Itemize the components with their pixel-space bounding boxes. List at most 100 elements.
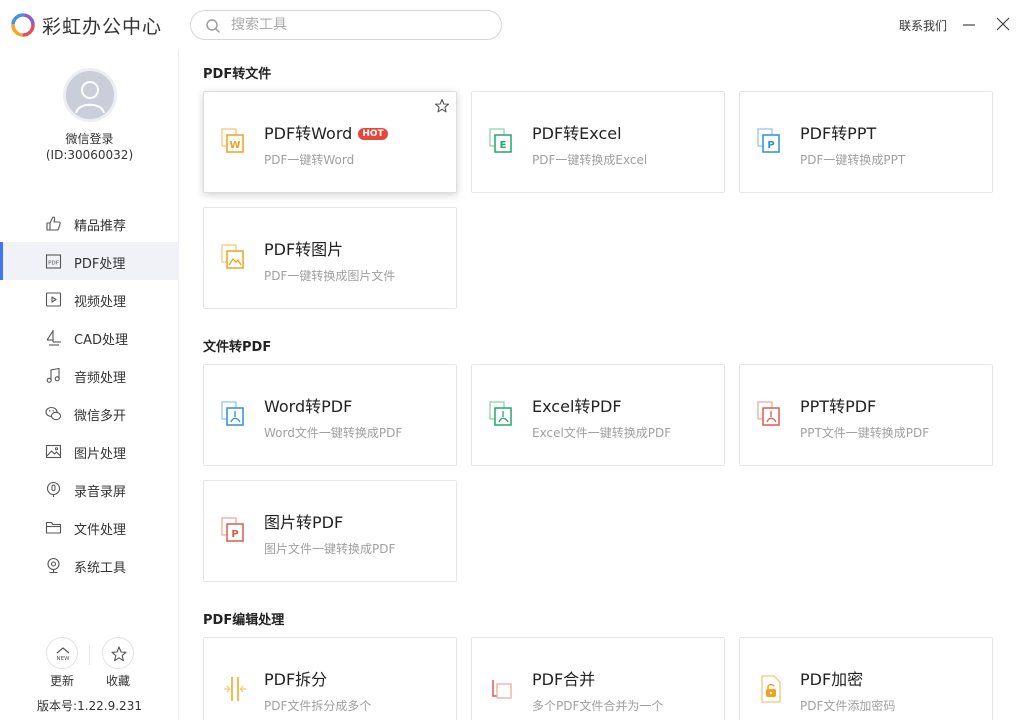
tool-card-word-to-pdf[interactable]: Word转PDF Word文件一键转换成PDF <box>203 364 457 466</box>
image-doc-icon <box>221 244 244 269</box>
record-icon <box>46 481 61 497</box>
card-desc: PDF一键转换成Excel <box>532 153 648 167</box>
hot-badge: HOT <box>358 128 388 140</box>
star-icon[interactable] <box>434 98 450 114</box>
section-title: PDF转文件 <box>203 67 272 82</box>
sidebar-item-cad[interactable]: CAD处理 <box>0 318 179 356</box>
card-title: PDF合并 <box>532 670 596 689</box>
card-desc: PDF文件添加密码 <box>800 699 896 713</box>
tool-card-pdf-merge[interactable]: PDF合并 多个PDF文件合并为一个 <box>471 637 725 720</box>
svg-text:NEW: NEW <box>56 656 70 662</box>
ppt-doc-icon: P <box>757 128 780 153</box>
lock-doc-icon <box>761 675 781 703</box>
rainbow-logo-icon <box>11 13 35 37</box>
contact-us-link[interactable]: 联系我们 <box>899 17 947 34</box>
cad-icon <box>46 330 61 346</box>
image-icon <box>45 444 62 459</box>
card-desc: 多个PDF文件合并为一个 <box>532 699 664 713</box>
tool-card-image-to-pdf[interactable]: P 图片转PDF 图片文件一键转换成PDF <box>203 480 457 582</box>
divider <box>89 645 90 665</box>
sidebar-item-label: 音频处理 <box>74 371 127 386</box>
card-desc: Word文件一键转换成PDF <box>264 426 403 440</box>
card-title: PDF转Word HOT <box>264 120 388 144</box>
sidebar-item-label: CAD处理 <box>74 333 128 348</box>
ppt-to-pdf-icon <box>757 401 780 426</box>
update-button[interactable]: NEW <box>46 637 78 669</box>
avatar[interactable] <box>63 68 117 122</box>
sidebar-item-image[interactable]: 图片处理 <box>0 432 179 470</box>
card-desc: Excel文件一键转换成PDF <box>532 426 672 440</box>
card-title: 图片转PDF <box>264 513 344 532</box>
update-label: 更新 <box>49 674 74 688</box>
search-input[interactable] <box>231 15 491 35</box>
card-desc: PPT文件一键转换成PDF <box>800 426 930 440</box>
system-tool-icon <box>47 557 60 574</box>
split-icon <box>224 677 246 701</box>
sidebar-item-audio[interactable]: 音频处理 <box>0 356 179 394</box>
card-title: PDF拆分 <box>264 670 328 689</box>
sidebar-item-label: 录音录屏 <box>74 485 127 500</box>
tool-card-pdf-encrypt[interactable]: PDF加密 PDF文件添加密码 <box>739 637 993 720</box>
card-title: Excel转PDF <box>532 397 622 416</box>
sidebar-item-wechat[interactable]: 微信多开 <box>0 394 179 432</box>
minimize-icon[interactable] <box>959 14 979 34</box>
sidebar-item-label: PDF处理 <box>74 257 126 272</box>
excel-to-pdf-icon <box>489 401 512 426</box>
favorite-label: 收藏 <box>105 674 130 688</box>
folder-icon <box>45 521 62 534</box>
app-title: 彩虹办公中心 <box>42 16 163 38</box>
tool-card-pdf-split[interactable]: PDF拆分 PDF文件拆分成多个 <box>203 637 457 720</box>
tool-card-pdf-to-word[interactable]: W PDF转Word HOT PDF一键转Word <box>203 91 457 193</box>
sidebar-item-label: 精品推荐 <box>74 219 127 234</box>
card-title: PDF加密 <box>800 670 864 689</box>
favorite-button[interactable] <box>102 637 134 669</box>
svg-text:P: P <box>231 529 238 540</box>
sidebar-item-recommended[interactable]: 精品推荐 <box>0 204 179 242</box>
card-title: PDF转Excel <box>532 124 622 143</box>
card-desc: PDF一键转换成图片文件 <box>264 269 396 283</box>
section-title: 文件转PDF <box>203 340 272 355</box>
excel-doc-icon: E <box>489 128 512 153</box>
card-desc: PDF一键转Word <box>264 153 355 167</box>
sidebar-item-label: 图片处理 <box>74 447 127 462</box>
sidebar: 微信登录 (ID:30060032) 精品推荐 PDF PDF处理 视频处理 C… <box>0 50 179 720</box>
card-title: Word转PDF <box>264 397 353 416</box>
tool-card-ppt-to-pdf[interactable]: PPT转PDF PPT文件一键转换成PDF <box>739 364 993 466</box>
sidebar-item-pdf[interactable]: PDF PDF处理 <box>0 242 179 280</box>
sidebar-item-file[interactable]: 文件处理 <box>0 508 179 546</box>
tool-card-pdf-to-image[interactable]: PDF转图片 PDF一键转换成图片文件 <box>203 207 457 309</box>
search-icon <box>206 19 220 33</box>
svg-text:E: E <box>500 140 507 151</box>
section-title: PDF编辑处理 <box>203 613 285 628</box>
wechat-login-label[interactable]: 微信登录 <box>0 130 179 147</box>
card-desc: 图片文件一键转换成PDF <box>264 542 396 556</box>
tool-card-excel-to-pdf[interactable]: Excel转PDF Excel文件一键转换成PDF <box>471 364 725 466</box>
sidebar-item-label: 文件处理 <box>74 523 127 538</box>
card-desc: PDF一键转换成PPT <box>800 153 906 167</box>
title-bar: 彩虹办公中心 联系我们 <box>0 0 1025 50</box>
merge-icon <box>492 680 512 699</box>
wechat-icon <box>45 406 62 421</box>
word-doc-icon: W <box>221 128 244 153</box>
music-note-icon <box>46 367 60 383</box>
sidebar-item-label: 微信多开 <box>74 409 127 424</box>
sidebar-item-video[interactable]: 视频处理 <box>0 280 179 318</box>
close-icon[interactable] <box>993 14 1013 34</box>
user-icon <box>75 81 105 114</box>
user-id: (ID:30060032) <box>45 148 134 162</box>
svg-text:P: P <box>767 140 774 151</box>
sidebar-item-label: 视频处理 <box>74 295 127 310</box>
new-update-icon: NEW <box>56 647 70 662</box>
tool-card-pdf-to-excel[interactable]: E PDF转Excel PDF一键转换成Excel <box>471 91 725 193</box>
version-label: 版本号:1.22.9.231 <box>37 699 142 713</box>
thumbs-up-icon <box>46 216 61 231</box>
sidebar-item-system[interactable]: 系统工具 <box>0 546 179 584</box>
card-title: PDF转PPT <box>800 124 877 143</box>
sidebar-nav: 精品推荐 PDF PDF处理 视频处理 CAD处理 音频处理 微信多开 图片处理… <box>0 204 179 584</box>
sidebar-item-label: 系统工具 <box>74 561 127 576</box>
main-content: PDF转文件 W PDF转Word HOT PDF一键转Word E PDF转Ex… <box>180 50 1025 720</box>
search-box[interactable] <box>190 10 502 40</box>
sidebar-item-record[interactable]: 录音录屏 <box>0 470 179 508</box>
image-to-pdf-icon: P <box>221 517 244 542</box>
tool-card-pdf-to-ppt[interactable]: P PDF转PPT PDF一键转换成PPT <box>739 91 993 193</box>
